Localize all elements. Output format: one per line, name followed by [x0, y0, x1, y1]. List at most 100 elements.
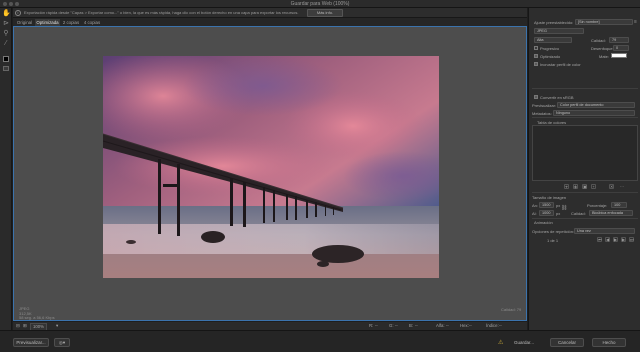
height-label: Al: — [532, 211, 537, 216]
progressive-checkbox[interactable] — [534, 46, 538, 50]
optimized-checkbox[interactable] — [534, 54, 538, 58]
quality-label: Calidad: — [591, 38, 606, 43]
tab-2-up[interactable]: 2 copias — [61, 19, 81, 26]
b-label: B: — [409, 323, 414, 328]
resample-quality-label: Calidad: — [571, 211, 586, 216]
index-value: -- — [499, 323, 502, 328]
dialog-footer: Previsualizar... ◎▾ ⚠ Guardar... Cancela… — [0, 330, 640, 352]
embed-profile-label: Incrustar perfil de color — [540, 62, 581, 67]
alpha-label: Alfa: — [436, 323, 445, 328]
hand-tool-icon[interactable]: ✋ — [2, 10, 11, 18]
pier-sunset-photo — [103, 56, 439, 278]
quality-level-select[interactable]: Alta — [534, 37, 572, 43]
banner-text: Exportación rápida desde "Capas > Export… — [24, 10, 299, 15]
chevron-down-icon[interactable]: ▾ — [56, 323, 58, 329]
resample-quality-select[interactable]: Bicúbica enfocada — [589, 210, 633, 216]
alpha-value: -- — [446, 323, 449, 328]
convert-srgb-label: Convertir en sRGB — [540, 95, 574, 100]
previous-frame-icon[interactable]: ◀ — [605, 237, 610, 242]
quality-input[interactable]: 79 — [609, 37, 629, 43]
eyedropper-color-swatch[interactable] — [3, 56, 9, 62]
title-bar: Guardar para Web (100%) — [0, 0, 640, 8]
percent-input[interactable]: 100 — [611, 202, 627, 208]
eyedropper-tool-icon[interactable]: ⁄ — [2, 40, 10, 48]
save-button[interactable]: Guardar... — [508, 338, 540, 347]
window-title: Guardar para Web (100%) — [290, 1, 350, 7]
color-table-menu-icon[interactable]: ⋯ — [620, 184, 624, 189]
blur-input[interactable]: 0 — [613, 45, 629, 51]
file-format-select[interactable]: JPEG — [534, 28, 584, 34]
g-value: -- — [395, 323, 398, 328]
preset-label: Ajuste preestablecido: — [534, 20, 574, 25]
convert-srgb-checkbox[interactable] — [534, 95, 538, 99]
preview-area[interactable]: JPEG 312,5K 58 seg. a 56,6 Kbps Calidad:… — [13, 26, 527, 321]
tool-strip: ✋ ⊳ ⚲ ⁄ — [0, 8, 12, 330]
web-shift-icon[interactable]: ◈ — [573, 184, 578, 189]
new-color-icon[interactable]: + — [591, 184, 596, 189]
learn-more-button[interactable]: Más info. — [307, 9, 343, 17]
zoom-in-icon[interactable]: ⊞ — [23, 323, 27, 329]
loop-options-select[interactable]: Una vez — [574, 228, 635, 234]
play-icon[interactable]: ▶ — [613, 237, 618, 242]
done-button[interactable]: Hecho — [592, 338, 626, 347]
zoom-tool-icon[interactable]: ⚲ — [2, 30, 10, 38]
next-frame-icon[interactable]: ▶ — [621, 237, 626, 242]
divider — [532, 88, 638, 89]
color-table[interactable] — [532, 125, 638, 181]
embed-profile-checkbox[interactable] — [534, 62, 538, 66]
chevron-down-icon: ▾ — [62, 340, 66, 345]
width-input[interactable]: 1500 — [539, 202, 554, 208]
preview-in-browser-button[interactable]: Previsualizar... — [13, 338, 49, 347]
color-preview-select[interactable]: Color perfil de documento — [557, 102, 635, 108]
tab-optimized[interactable]: Optimizada — [35, 19, 60, 26]
g-label: G: — [389, 323, 394, 328]
info-banner: i Exportación rápida desde "Capas > Expo… — [13, 8, 527, 18]
image-size-label: Tamaño de imagen — [532, 195, 567, 200]
link-proportions-icon[interactable]: ⛓ — [561, 205, 567, 211]
warning-icon: ⚠ — [498, 340, 504, 346]
last-frame-icon[interactable]: ⏭ — [629, 237, 634, 242]
zoom-out-icon[interactable]: ⊟ — [16, 323, 20, 329]
info-icon: i — [15, 10, 21, 16]
height-unit: px — [556, 211, 561, 216]
height-input[interactable]: 1000 — [539, 210, 554, 216]
index-label: Índice: — [486, 323, 499, 328]
lock-color-icon[interactable]: ▣ — [582, 184, 587, 189]
r-value: -- — [375, 323, 378, 328]
slice-select-tool-icon[interactable]: ⊳ — [2, 20, 10, 28]
width-label: An: — [532, 203, 539, 208]
r-label: R: — [369, 323, 374, 328]
delete-color-icon[interactable]: ✕ — [609, 184, 614, 189]
animation-label: Animación — [534, 220, 553, 225]
metadata-label: Metadatos: — [532, 111, 552, 116]
divider — [532, 117, 638, 118]
frame-counter: 1 de 1 — [547, 238, 559, 243]
panel-menu-icon[interactable]: ≡ — [634, 19, 637, 25]
toggle-slices-visibility-icon[interactable] — [3, 66, 9, 71]
tab-original[interactable]: Original — [15, 19, 34, 26]
metadata-select[interactable]: Ninguno — [553, 110, 635, 116]
blur-label: Desenfoque: — [591, 46, 614, 51]
divider — [532, 218, 638, 219]
matte-label: Mate: — [599, 54, 610, 59]
quality-info: Calidad: 79 — [501, 307, 522, 312]
first-frame-icon[interactable]: ⏮ — [597, 237, 602, 242]
hex-value: -- — [469, 323, 472, 328]
color-preview-label: Previsualizar: — [532, 103, 557, 108]
browser-select-button[interactable]: ◎▾ — [54, 338, 70, 347]
download-time-info: 58 seg. a 56,6 Kbps — [19, 315, 55, 321]
eyedropper-add-icon[interactable]: ⌖ — [564, 184, 569, 189]
preview-image[interactable] — [103, 56, 439, 278]
tab-4-up[interactable]: 4 copias — [82, 19, 102, 26]
status-bar: ⊟ ⊞ 100% ▾ R: -- G: -- B: -- Alfa: -- He… — [13, 322, 527, 331]
preset-select[interactable]: [Sin nombre] — [575, 19, 633, 25]
percent-label: Porcentaje: — [587, 203, 608, 208]
loop-options-label: Opciones de repetición: — [532, 229, 575, 234]
width-unit: px — [556, 203, 561, 208]
matte-color-swatch[interactable] — [611, 53, 627, 58]
view-tabs: Original Optimizada 2 copias 4 copias — [13, 18, 527, 26]
cancel-button[interactable]: Cancelar — [550, 338, 584, 347]
progressive-label: Progresivo — [540, 46, 560, 51]
b-value: -- — [415, 323, 418, 328]
hex-label: Hex: — [460, 323, 469, 328]
